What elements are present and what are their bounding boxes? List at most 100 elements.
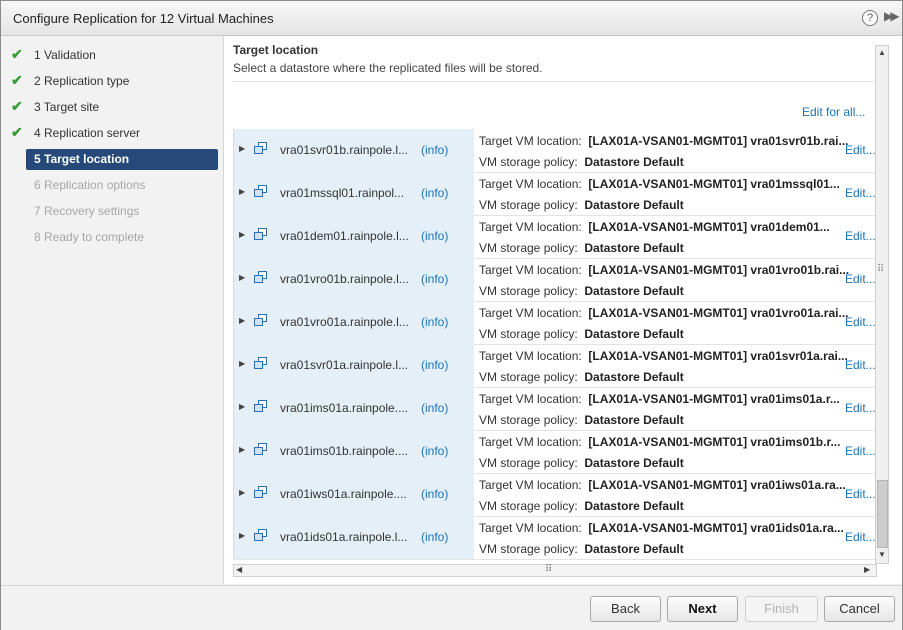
step-target-site[interactable]: ✔ 3 Target site [1,96,223,118]
main-panel: Target location Select a datastore where… [224,36,902,584]
target-location-label: Target VM location: [479,306,582,320]
storage-policy-label: VM storage policy: [479,542,578,556]
edit-link[interactable]: Edit... [845,358,876,372]
step-replication-type[interactable]: ✔ 2 Replication type [1,70,223,92]
edit-link[interactable]: Edit... [845,186,876,200]
expand-icon[interactable]: ▶ [239,144,245,153]
vm-icon [254,228,267,240]
edit-link[interactable]: Edit... [845,143,876,157]
vm-name: vra01ims01b.rainpole.... [280,444,409,458]
vm-location-list: ▶ vra01svr01b.rainpole.l... (info) Targe… [233,129,876,560]
help-icon[interactable]: ? [862,10,878,26]
scroll-right-icon[interactable]: ▶ [864,565,870,574]
expand-icon[interactable]: ▶ [239,273,245,282]
target-location-label: Target VM location: [479,263,582,277]
step-label: 3 Target site [34,100,100,114]
scroll-thumb[interactable] [877,480,888,548]
target-location-label: Target VM location: [479,521,582,535]
expand-icon[interactable]: ▶ [239,316,245,325]
configure-replication-dialog: Configure Replication for 12 Virtual Mac… [0,0,903,630]
target-location-label: Target VM location: [479,220,582,234]
info-link[interactable]: (info) [421,401,448,415]
info-link[interactable]: (info) [421,358,448,372]
back-button[interactable]: Back [590,596,661,622]
dialog-title: Configure Replication for 12 Virtual Mac… [13,11,274,26]
info-link[interactable]: (info) [421,143,448,157]
storage-policy-line: VM storage policy: Datastore Default [479,456,684,470]
storage-policy-value: Datastore Default [584,284,684,298]
step-replication-options: 6 Replication options [1,174,223,196]
storage-policy-label: VM storage policy: [479,241,578,255]
expand-icon[interactable]: ▶ [239,230,245,239]
scroll-grip-icon[interactable]: ⠿ [545,564,552,575]
resize-grip-icon[interactable]: ⠿ [877,264,884,275]
list-item: ▶ vra01mssql01.rainpol... (info) Target … [234,172,876,216]
list-item: ▶ vra01svr01b.rainpole.l... (info) Targe… [234,129,876,173]
vm-name: vra01iws01a.rainpole.... [280,487,407,501]
scroll-left-icon[interactable]: ◀ [236,565,242,574]
edit-link[interactable]: Edit... [845,444,876,458]
info-link[interactable]: (info) [421,530,448,544]
expand-icon[interactable]: ▶ [239,402,245,411]
target-location-line: Target VM location: [LAX01A-VSAN01-MGMT0… [479,306,849,320]
finish-button: Finish [745,596,818,622]
target-location-label: Target VM location: [479,349,582,363]
info-link[interactable]: (info) [421,186,448,200]
wizard-steps: ✔ 1 Validation ✔ 2 Replication type ✔ 3 … [1,36,224,584]
step-replication-server[interactable]: ✔ 4 Replication server [1,122,223,144]
storage-policy-value: Datastore Default [584,155,684,169]
vertical-scrollbar[interactable]: ▲ ▼ [875,45,889,564]
popout-icon[interactable]: ▶▶ [884,9,900,23]
target-location-label: Target VM location: [479,177,582,191]
edit-link[interactable]: Edit... [845,315,876,329]
scroll-down-icon[interactable]: ▼ [878,550,886,559]
cancel-button[interactable]: Cancel [824,596,895,622]
target-location-line: Target VM location: [LAX01A-VSAN01-MGMT0… [479,177,840,191]
storage-policy-value: Datastore Default [584,456,684,470]
vm-name: vra01svr01a.rainpole.l... [280,358,409,372]
dialog-footer: Back Next Finish Cancel [1,585,902,630]
target-location-line: Target VM location: [LAX01A-VSAN01-MGMT0… [479,263,849,277]
target-location-line: Target VM location: [LAX01A-VSAN01-MGMT0… [479,220,830,234]
info-link[interactable]: (info) [421,229,448,243]
step-label: 5 Target location [34,152,130,166]
vm-name: vra01ims01a.rainpole.... [280,401,409,415]
expand-icon[interactable]: ▶ [239,445,245,454]
step-target-location[interactable]: 5 Target location [1,149,223,171]
edit-for-all-link[interactable]: Edit for all... [802,105,865,119]
info-link[interactable]: (info) [421,315,448,329]
edit-link[interactable]: Edit... [845,272,876,286]
storage-policy-line: VM storage policy: Datastore Default [479,370,684,384]
edit-link[interactable]: Edit... [845,530,876,544]
storage-policy-label: VM storage policy: [479,327,578,341]
storage-policy-value: Datastore Default [584,198,684,212]
info-link[interactable]: (info) [421,487,448,501]
edit-link[interactable]: Edit... [845,487,876,501]
check-icon: ✔ [11,98,23,114]
storage-policy-label: VM storage policy: [479,413,578,427]
info-link[interactable]: (info) [421,272,448,286]
edit-link[interactable]: Edit... [845,401,876,415]
storage-policy-line: VM storage policy: Datastore Default [479,284,684,298]
storage-policy-line: VM storage policy: Datastore Default [479,198,684,212]
storage-policy-line: VM storage policy: Datastore Default [479,499,684,513]
edit-link[interactable]: Edit... [845,229,876,243]
expand-icon[interactable]: ▶ [239,531,245,540]
target-location-value: [LAX01A-VSAN01-MGMT01] vra01vro01a.rai..… [588,306,849,320]
horizontal-scrollbar[interactable]: ◀ ⠿ ▶ [233,564,877,577]
expand-icon[interactable]: ▶ [239,488,245,497]
scroll-up-icon[interactable]: ▲ [878,48,886,57]
expand-icon[interactable]: ▶ [239,187,245,196]
storage-policy-line: VM storage policy: Datastore Default [479,327,684,341]
step-validation[interactable]: ✔ 1 Validation [1,44,223,66]
expand-icon[interactable]: ▶ [239,359,245,368]
vm-icon [254,314,267,326]
header-divider [233,81,874,82]
target-location-line: Target VM location: [LAX01A-VSAN01-MGMT0… [479,392,840,406]
vm-icon [254,185,267,197]
next-button[interactable]: Next [667,596,738,622]
vm-icon [254,357,267,369]
info-link[interactable]: (info) [421,444,448,458]
step-ready-to-complete: 8 Ready to complete [1,226,223,248]
check-icon: ✔ [11,72,23,88]
